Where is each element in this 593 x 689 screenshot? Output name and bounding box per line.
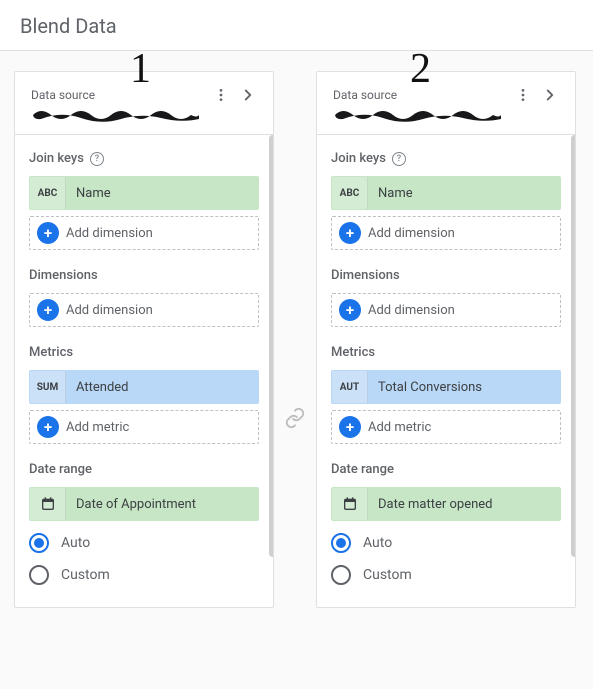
link-icon[interactable] <box>284 407 306 433</box>
plus-icon: + <box>339 416 361 438</box>
dimensions-heading: Dimensions <box>29 268 259 283</box>
source-label: Data source <box>31 88 95 102</box>
join-key-chip[interactable]: ABC Name <box>331 176 561 210</box>
calendar-icon <box>30 488 66 520</box>
metric-chip[interactable]: AUT Total Conversions <box>331 370 561 404</box>
add-dimension-button[interactable]: + Add dimension <box>331 216 561 250</box>
date-range-auto-radio[interactable]: Auto <box>331 527 561 559</box>
add-metric-button[interactable]: + Add metric <box>29 410 259 444</box>
blend-canvas: 1 2 Data source Join <box>0 51 593 628</box>
chevron-right-icon[interactable] <box>239 86 257 104</box>
more-icon[interactable] <box>213 87 229 103</box>
help-icon[interactable]: ? <box>90 152 104 166</box>
date-range-heading: Date range <box>331 462 561 477</box>
chevron-right-icon[interactable] <box>541 86 559 104</box>
page-title: Blend Data <box>0 0 593 51</box>
add-dimension-button[interactable]: + Add dimension <box>29 293 259 327</box>
join-key-chip[interactable]: ABC Name <box>29 176 259 210</box>
metrics-heading: Metrics <box>29 345 259 360</box>
add-dimension-button[interactable]: + Add dimension <box>331 293 561 327</box>
type-badge-agg: AUT <box>332 371 368 403</box>
date-range-custom-radio[interactable]: Custom <box>29 559 259 591</box>
plus-icon: + <box>339 222 361 244</box>
chip-label: Attended <box>66 380 139 395</box>
date-range-chip[interactable]: Date matter opened <box>331 487 561 521</box>
radio-unselected-icon <box>331 565 351 585</box>
radio-selected-icon <box>29 533 49 553</box>
chip-label: Date of Appointment <box>66 497 206 512</box>
date-range-heading: Date range <box>29 462 259 477</box>
chip-label: Name <box>368 186 423 201</box>
scrollbar[interactable] <box>571 135 576 557</box>
chip-label: Total Conversions <box>368 380 492 395</box>
redacted-source-name <box>333 106 503 124</box>
radio-selected-icon <box>331 533 351 553</box>
type-badge-abc: ABC <box>30 177 66 209</box>
radio-unselected-icon <box>29 565 49 585</box>
add-dimension-button[interactable]: + Add dimension <box>29 216 259 250</box>
dimensions-heading: Dimensions <box>331 268 561 283</box>
more-icon[interactable] <box>515 87 531 103</box>
plus-icon: + <box>339 299 361 321</box>
calendar-icon <box>332 488 368 520</box>
redacted-source-name <box>31 106 201 124</box>
help-icon[interactable]: ? <box>392 152 406 166</box>
card-header: Data source <box>317 72 575 135</box>
metric-chip[interactable]: SUM Attended <box>29 370 259 404</box>
date-range-custom-radio[interactable]: Custom <box>331 559 561 591</box>
data-source-card-1: Data source Join keys ? <box>14 71 274 608</box>
type-badge-abc: ABC <box>332 177 368 209</box>
date-range-chip[interactable]: Date of Appointment <box>29 487 259 521</box>
join-keys-heading: Join keys ? <box>331 151 561 166</box>
chip-label: Name <box>66 186 121 201</box>
source-label: Data source <box>333 88 397 102</box>
type-badge-agg: SUM <box>30 371 66 403</box>
plus-icon: + <box>37 416 59 438</box>
add-metric-button[interactable]: + Add metric <box>331 410 561 444</box>
date-range-auto-radio[interactable]: Auto <box>29 527 259 559</box>
data-source-card-2: Data source Join keys ? <box>316 71 576 608</box>
join-keys-heading: Join keys ? <box>29 151 259 166</box>
scrollbar[interactable] <box>269 135 274 557</box>
chip-label: Date matter opened <box>368 497 503 512</box>
card-header: Data source <box>15 72 273 135</box>
metrics-heading: Metrics <box>331 345 561 360</box>
plus-icon: + <box>37 299 59 321</box>
plus-icon: + <box>37 222 59 244</box>
